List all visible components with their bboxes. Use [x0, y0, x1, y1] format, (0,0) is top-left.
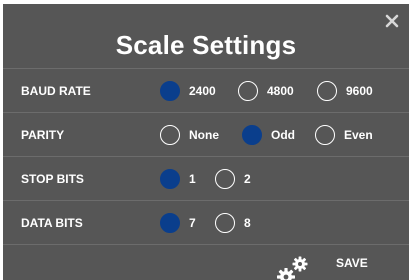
radio-button[interactable]	[160, 212, 180, 233]
stop-bits-row: STOP BITS 1 2	[3, 156, 409, 200]
option-label: 8	[244, 215, 251, 230]
data-bits-option-7[interactable]: 7	[160, 212, 196, 233]
option-label: 7	[189, 215, 196, 230]
scale-settings-dialog: Scale Settings BAUD RATE 2400 4800 9600 …	[3, 4, 409, 280]
baud-rate-option-2400[interactable]: 2400	[160, 80, 216, 101]
data-bits-row: DATA BITS 7 8	[3, 200, 409, 244]
close-button[interactable]	[385, 14, 399, 28]
radio-button[interactable]	[315, 124, 335, 145]
parity-label: PARITY	[21, 127, 65, 142]
radio-button[interactable]	[160, 80, 180, 101]
parity-option-even[interactable]: Even	[315, 124, 373, 145]
save-label: SAVE	[336, 256, 368, 270]
data-bits-label: DATA BITS	[21, 215, 83, 230]
radio-button[interactable]	[215, 212, 235, 233]
stop-bits-label: STOP BITS	[21, 171, 84, 186]
option-label: 2	[244, 171, 251, 186]
baud-rate-option-4800[interactable]: 4800	[238, 80, 294, 101]
parity-option-odd[interactable]: Odd	[242, 124, 295, 145]
dialog-title: Scale Settings	[115, 30, 297, 60]
save-button[interactable]: SAVE	[270, 250, 390, 280]
radio-button[interactable]	[160, 124, 180, 145]
option-label: None	[189, 127, 219, 142]
stop-bits-option-2[interactable]: 2	[215, 168, 251, 189]
radio-button[interactable]	[242, 124, 262, 145]
radio-button[interactable]	[317, 80, 337, 101]
radio-button[interactable]	[215, 168, 235, 189]
option-label: Odd	[271, 127, 295, 142]
parity-option-none[interactable]: None	[160, 124, 219, 145]
baud-rate-label: BAUD RATE	[21, 83, 91, 98]
gears-icon	[277, 256, 308, 280]
baud-rate-option-9600[interactable]: 9600	[317, 80, 373, 101]
option-label: 2400	[189, 83, 216, 98]
parity-row: PARITY None Odd Even	[3, 112, 409, 156]
option-label: 1	[189, 171, 196, 186]
baud-rate-row: BAUD RATE 2400 4800 9600	[3, 68, 409, 112]
radio-button[interactable]	[238, 80, 258, 101]
option-label: 4800	[267, 83, 294, 98]
option-label: 9600	[346, 83, 373, 98]
data-bits-option-8[interactable]: 8	[215, 212, 251, 233]
stop-bits-option-1[interactable]: 1	[160, 168, 196, 189]
option-label: Even	[344, 127, 373, 142]
close-icon	[385, 14, 399, 28]
radio-button[interactable]	[160, 168, 180, 189]
